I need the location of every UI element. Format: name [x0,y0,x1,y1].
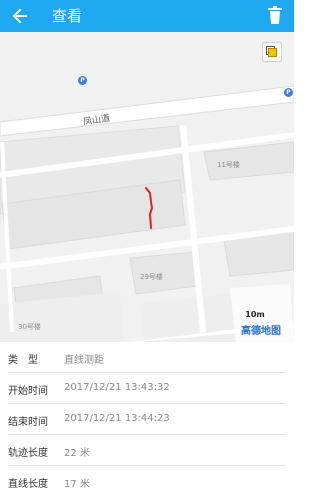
detail-label: 开始时间 [8,386,48,397]
detail-row-straight-length: 直线长度 17 米 [8,466,286,496]
detail-value: 2017/12/21 13:44:23 [64,413,170,424]
arrow-left-icon[interactable] [10,6,30,26]
detail-label: 类 型 [8,355,38,366]
parking-icon[interactable]: P [284,88,293,97]
detail-label: 直线长度 [8,479,48,490]
detail-label: 轨迹长度 [8,448,48,459]
detail-value: 2017/12/21 13:43:32 [64,382,170,393]
detail-row-end-time: 结束时间 2017/12/21 13:44:23 [8,404,286,435]
map-canvas [0,32,294,342]
track-details: 类 型 直线测距 开始时间 2017/12/21 13:43:32 结束时间 2… [0,342,294,496]
detail-row-track-length: 轨迹长度 22 米 [8,435,286,466]
map-scale-label: 10m [245,310,265,319]
layers-icon-front [268,48,277,57]
detail-value: 直线测距 [64,355,104,366]
layers-icon[interactable] [262,42,282,62]
trash-icon[interactable] [268,6,282,24]
detail-value: 17 米 [64,479,90,490]
detail-value: 22 米 [64,448,90,459]
page-title: 查看 [52,7,83,25]
map-view[interactable]: 凤山道 11号楼 29号楼 30号楼 P P 10m 高德地图 [0,32,294,342]
building-label-29: 29号楼 [140,273,163,281]
detail-row-type: 类 型 直线测距 [8,342,286,373]
detail-label: 结束时间 [8,417,48,428]
building-label-30: 30号楼 [18,323,41,331]
detail-row-start-time: 开始时间 2017/12/21 13:43:32 [8,373,286,404]
building-label-11: 11号楼 [217,161,240,169]
app-bar: 查看 [0,0,294,32]
parking-icon[interactable]: P [78,76,87,85]
map-provider-logo: 高德地图 [241,326,281,337]
